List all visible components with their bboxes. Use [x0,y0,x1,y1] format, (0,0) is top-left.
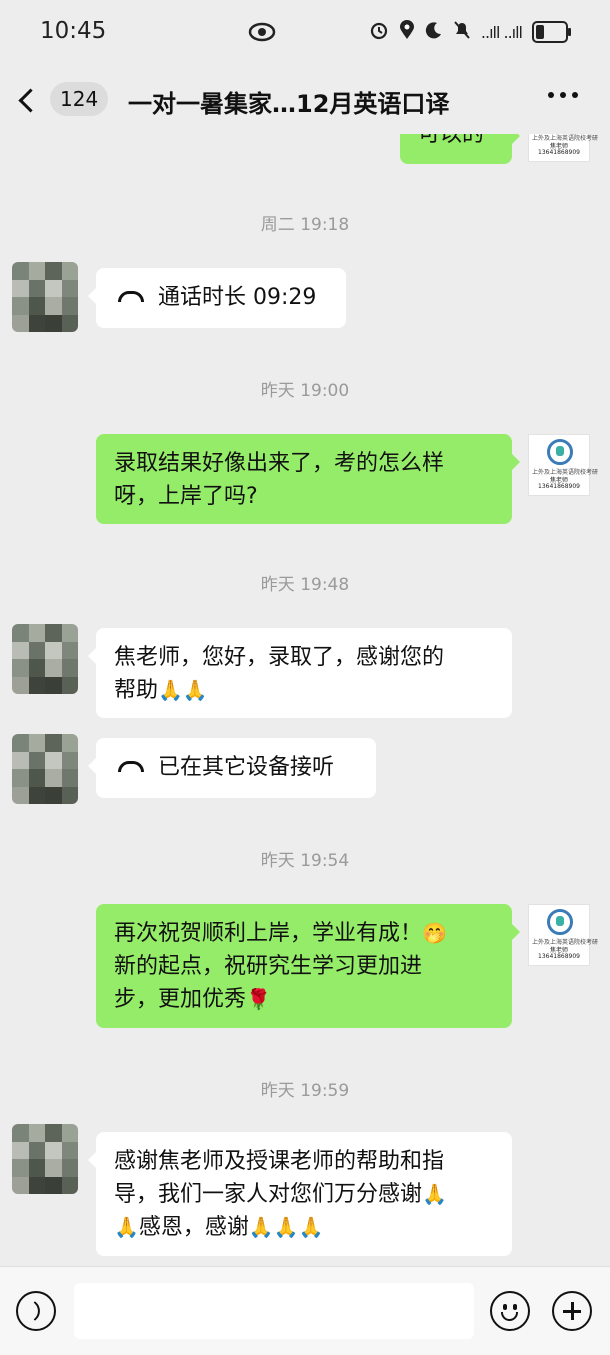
status-bar: 10:45 ..ıll ..ıll [0,0,610,64]
message-text: 步，更加优秀 [114,987,247,1012]
school-logo-icon [547,439,573,465]
chat-title: 一对一暑集家…12月英语口译 [128,90,450,118]
message-text: 感谢焦老师及授课老师的帮助和指 [114,1149,445,1174]
emoji-button[interactable] [490,1291,530,1331]
message-bubble-sent[interactable]: 再次祝贺顺利上岸，学业有成！🤭 新的起点，祝研究生学习更加进 步，更加优秀🌹 [96,904,520,1028]
call-record-bubble[interactable]: 通话时长 09:29 [88,268,346,328]
pray-emoji-icon: 🙏 [422,1182,447,1206]
more-actions-button[interactable] [552,1291,592,1331]
message-bubble-sent[interactable]: 可以的 [400,134,520,164]
location-icon [399,20,415,44]
voice-icon [25,1301,45,1321]
pray-emoji-icon: 🙏 [114,1215,139,1239]
message-text: 焦老师，您好，录取了，感谢您的 [114,645,445,670]
pray-emoji-icon: 🙏🙏 [158,678,208,702]
alarm-icon [369,20,389,44]
pray-emoji-icon: 🙏🙏🙏 [248,1215,324,1239]
timestamp: 昨天 19:48 [260,575,350,595]
status-icons: ..ıll ..ıll [369,20,571,44]
message-bubble-received[interactable]: 感谢焦老师及授课老师的帮助和指 导，我们一家人对您们万分感谢🙏 🙏感恩，感谢🙏🙏… [88,1132,512,1256]
message-text: 帮助 [114,678,159,703]
eye-icon [248,22,276,42]
more-options-button[interactable] [548,92,578,98]
phone-icon [118,290,144,302]
contact-avatar[interactable] [12,1124,78,1194]
chat-header: 124 一对一暑集家…12月英语口译 [0,64,610,134]
rose-emoji-icon: 🌹 [246,987,271,1011]
moon-icon [425,21,443,43]
call-record-bubble[interactable]: 已在其它设备接听 [88,738,376,798]
unread-count-badge[interactable]: 124 [50,82,109,116]
phone-icon [118,760,144,772]
message-text: 再次祝贺顺利上岸，学业有成！ [114,921,423,946]
message-text: 可以的 [418,134,485,147]
contact-avatar[interactable] [12,734,78,804]
timestamp: 周二 19:18 [260,215,350,235]
message-text: 录取结果好像出来了，考的怎么样 [114,451,445,476]
message-bubble-sent[interactable]: 录取结果好像出来了，考的怎么样 呀，上岸了吗? [96,434,520,524]
teacher-avatar[interactable]: 上外及上海英语院校考研 焦老师 13641868909 [528,134,598,162]
message-list[interactable]: 可以的 上外及上海英语院校考研 焦老师 13641868909 周二 19:18… [0,134,610,1264]
timestamp: 昨天 19:54 [260,851,350,871]
clock: 10:45 [40,18,107,44]
message-text: 呀，上岸了吗? [114,484,258,509]
voice-input-button[interactable] [16,1291,56,1331]
timestamp: 昨天 19:59 [260,1081,350,1101]
input-bar [0,1266,610,1355]
signal-icon: ..ıll ..ıll [480,22,523,42]
call-duration-text: 通话时长 09:29 [158,285,317,310]
teacher-avatar[interactable]: 上外及上海英语院校考研 焦老师 13641868909 [528,434,598,496]
mute-bell-icon [453,20,471,44]
shy-emoji-icon: 🤭 [422,921,447,945]
contact-avatar[interactable] [12,624,78,694]
message-text: 导，我们一家人对您们万分感谢 [114,1182,423,1207]
timestamp: 昨天 19:00 [260,381,350,401]
contact-avatar[interactable] [12,262,78,332]
back-button[interactable] [18,82,43,117]
school-logo-icon [547,909,573,935]
chevron-left-icon [18,88,43,113]
teacher-avatar[interactable]: 上外及上海英语院校考研 焦老师 13641868909 [528,904,598,966]
message-bubble-received[interactable]: 焦老师，您好，录取了，感谢您的 帮助🙏🙏 [88,628,512,718]
message-text: 感恩，感谢 [138,1215,249,1240]
call-status-text: 已在其它设备接听 [158,755,335,780]
message-input[interactable] [74,1283,474,1339]
message-text: 新的起点，祝研究生学习更加进 [114,954,423,979]
battery-icon [532,21,571,43]
